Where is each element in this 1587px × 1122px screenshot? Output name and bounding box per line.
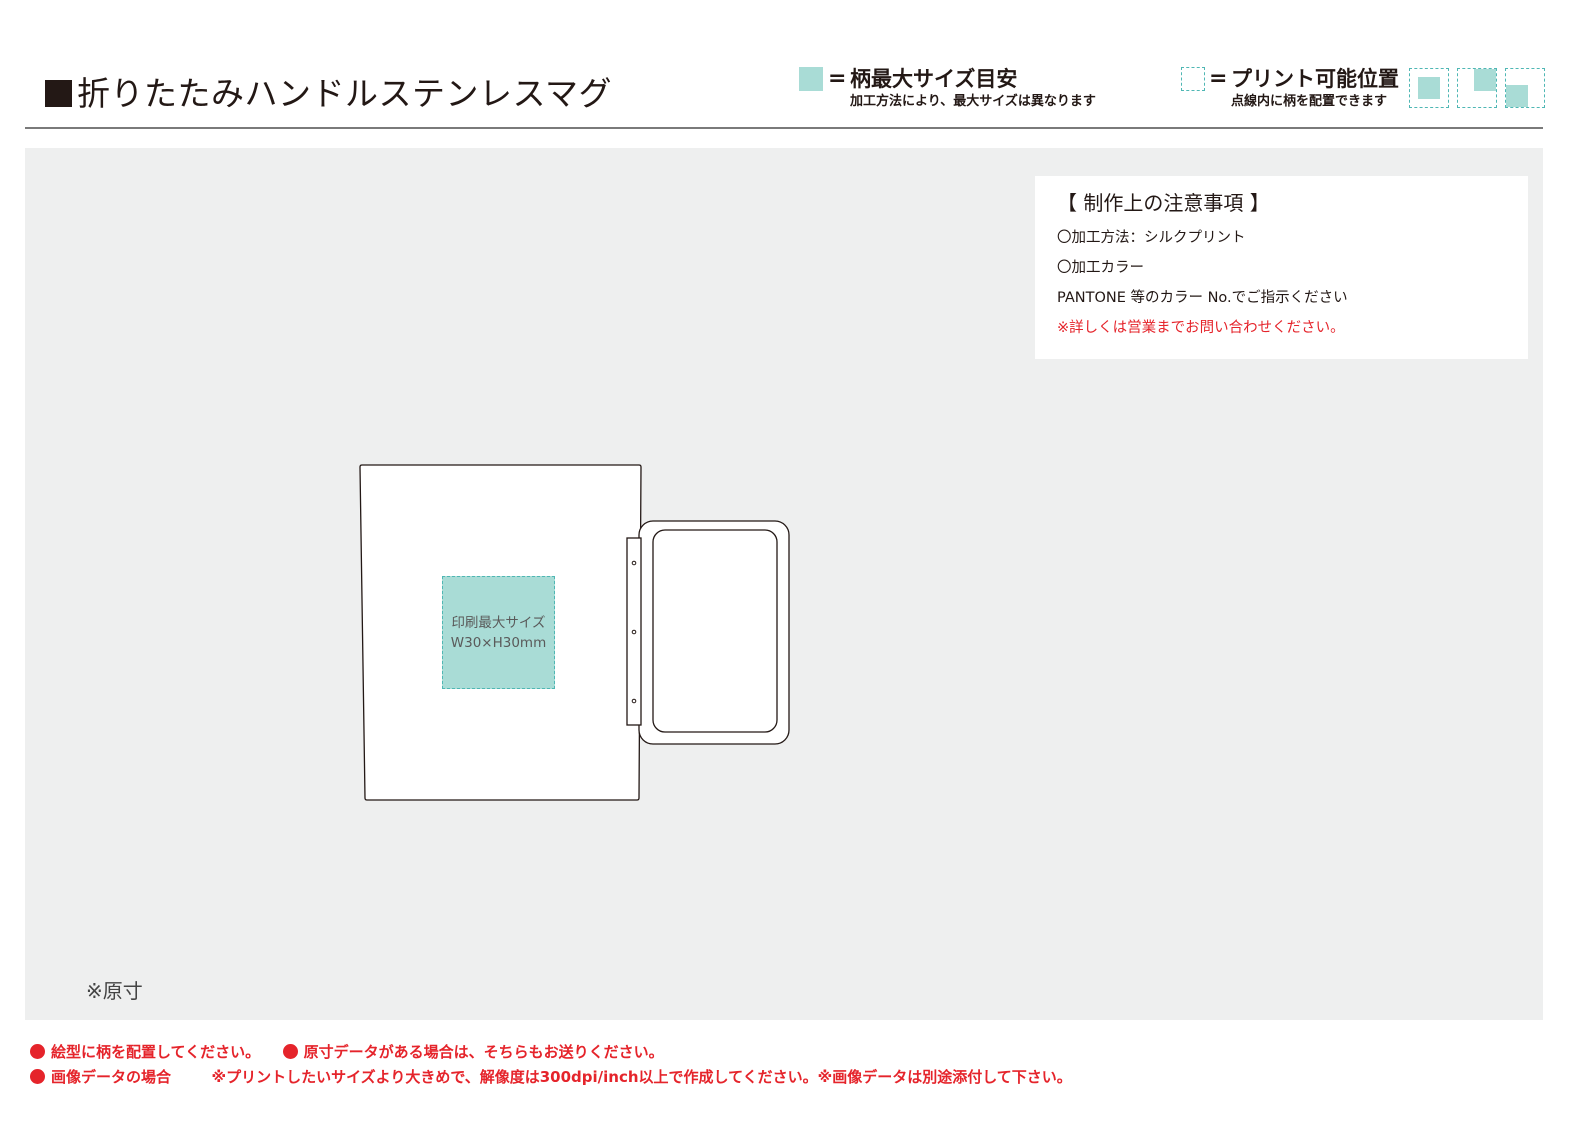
title-square-icon [45, 80, 72, 107]
page-title: 折りたたみハンドルステンレスマグ [45, 72, 612, 116]
max-size-equals: = [828, 66, 847, 91]
production-notes: 【 制作上の注意事項 】 〇加工方法：シルクプリント 〇加工カラー PANTON… [1035, 176, 1528, 359]
print-position-swatch [1181, 67, 1205, 91]
mug-handle-inner [652, 529, 778, 733]
bullet-dot-icon [30, 1069, 45, 1084]
print-area-box[interactable]: 印刷最大サイズ W30×H30mm [442, 576, 555, 689]
notes-color-instruction: PANTONE 等のカラー No.でご指示ください [1057, 290, 1348, 306]
placement-example-bottom-right [1505, 68, 1545, 108]
print-position-note: 点線内に柄を配置できます [1231, 94, 1388, 109]
bullet-dot-icon [282, 1044, 298, 1059]
header-divider [25, 127, 1543, 129]
page-title-text: 折りたたみハンドルステンレスマグ [77, 74, 613, 113]
footer-line2-a: 画像データの場合 [51, 1068, 172, 1086]
footer-line1-a: 絵型に柄を配置してください。 [51, 1043, 261, 1061]
placement-example-top-right [1457, 68, 1497, 108]
print-area-size: W30×H30mm [450, 634, 547, 651]
max-size-label: 柄最大サイズ目安 [850, 67, 1018, 91]
placement-example-center [1409, 68, 1449, 108]
max-size-note: 加工方法により、最大サイズは異なります [850, 94, 1096, 109]
actual-size-note: ※原寸 [86, 979, 143, 1003]
notes-method: 〇加工方法：シルクプリント [1057, 230, 1246, 246]
max-size-swatch [799, 67, 823, 91]
notes-contact: ※詳しくは営業までお問い合わせください。 [1057, 320, 1345, 336]
notes-title: 【 制作上の注意事項 】 [1057, 191, 1270, 215]
print-position-equals: = [1209, 66, 1228, 91]
notes-color-heading: 〇加工カラー [1057, 260, 1144, 276]
footer-line-1: 絵型に柄を配置してください。 原寸データがある場合は、そちらもお送りください。 [30, 1042, 664, 1062]
footer-line2-b: ※プリントしたいサイズより大きめで、解像度は300dpi/inch以上で作成して… [211, 1068, 1072, 1086]
mug-outline-drawing [359, 464, 790, 801]
mug-hinge-bracket [626, 537, 642, 726]
bullet-dot-icon [30, 1044, 45, 1059]
print-position-label: プリント可能位置 [1231, 67, 1399, 91]
footer-line-2: 画像データの場合 ※プリントしたいサイズより大きめで、解像度は300dpi/in… [30, 1067, 1072, 1087]
footer-line1-b: 原寸データがある場合は、そちらもお送りください。 [303, 1043, 664, 1061]
print-area-label: 印刷最大サイズ [451, 614, 546, 631]
